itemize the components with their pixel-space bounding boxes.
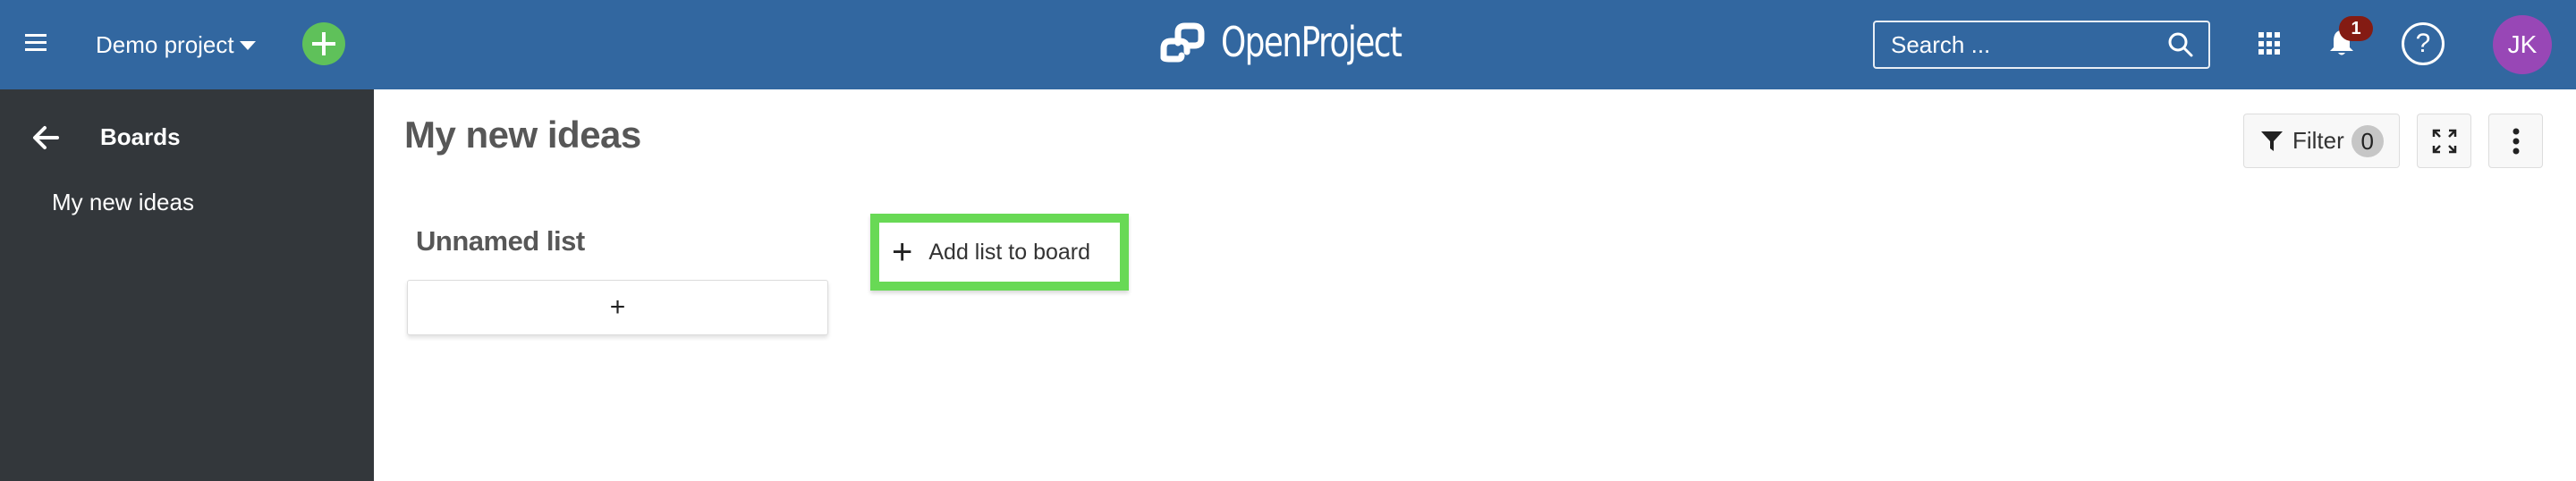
add-card-button[interactable]: + bbox=[407, 280, 828, 335]
notification-badge: 1 bbox=[2339, 16, 2373, 41]
add-list-to-board-button[interactable]: + Add list to board bbox=[870, 214, 1129, 291]
hamburger-menu-icon[interactable] bbox=[25, 34, 47, 54]
fullscreen-button[interactable] bbox=[2417, 114, 2471, 168]
caret-down-icon bbox=[239, 41, 256, 50]
kebab-menu-icon bbox=[2512, 128, 2519, 154]
search-icon[interactable] bbox=[2167, 31, 2194, 58]
fullscreen-icon bbox=[2432, 129, 2456, 153]
sidebar-item-my-new-ideas[interactable]: My new ideas bbox=[52, 189, 194, 216]
help-icon[interactable]: ? bbox=[2402, 22, 2445, 65]
search-placeholder: Search ... bbox=[1891, 30, 1991, 58]
project-selector[interactable]: Demo project bbox=[96, 27, 256, 63]
project-name: Demo project bbox=[96, 30, 234, 58]
modules-grid-icon[interactable] bbox=[2258, 32, 2282, 55]
back-arrow-icon[interactable] bbox=[32, 125, 59, 150]
more-options-button[interactable] bbox=[2488, 114, 2543, 168]
filter-label: Filter bbox=[2292, 127, 2344, 154]
quick-add-button[interactable] bbox=[302, 22, 345, 65]
openproject-logo[interactable]: OpenProject bbox=[1157, 18, 1452, 66]
logo-text: OpenProject bbox=[1221, 18, 1402, 66]
top-header: Demo project OpenProject Search ... 1 ? … bbox=[0, 0, 2576, 89]
logo-icon bbox=[1160, 22, 1205, 63]
filter-count-badge: 0 bbox=[2351, 124, 2384, 157]
add-list-label: Add list to board bbox=[928, 239, 1091, 265]
page-title[interactable]: My new ideas bbox=[404, 114, 641, 156]
plus-icon: + bbox=[892, 232, 913, 272]
global-search-input[interactable]: Search ... bbox=[1873, 21, 2210, 69]
user-avatar[interactable]: JK bbox=[2493, 15, 2552, 74]
sidebar-title: Boards bbox=[100, 123, 181, 150]
filter-icon bbox=[2261, 131, 2283, 151]
list-title[interactable]: Unnamed list bbox=[416, 225, 585, 257]
sidebar: Boards My new ideas bbox=[0, 89, 374, 481]
filter-button[interactable]: Filter 0 bbox=[2243, 114, 2400, 168]
